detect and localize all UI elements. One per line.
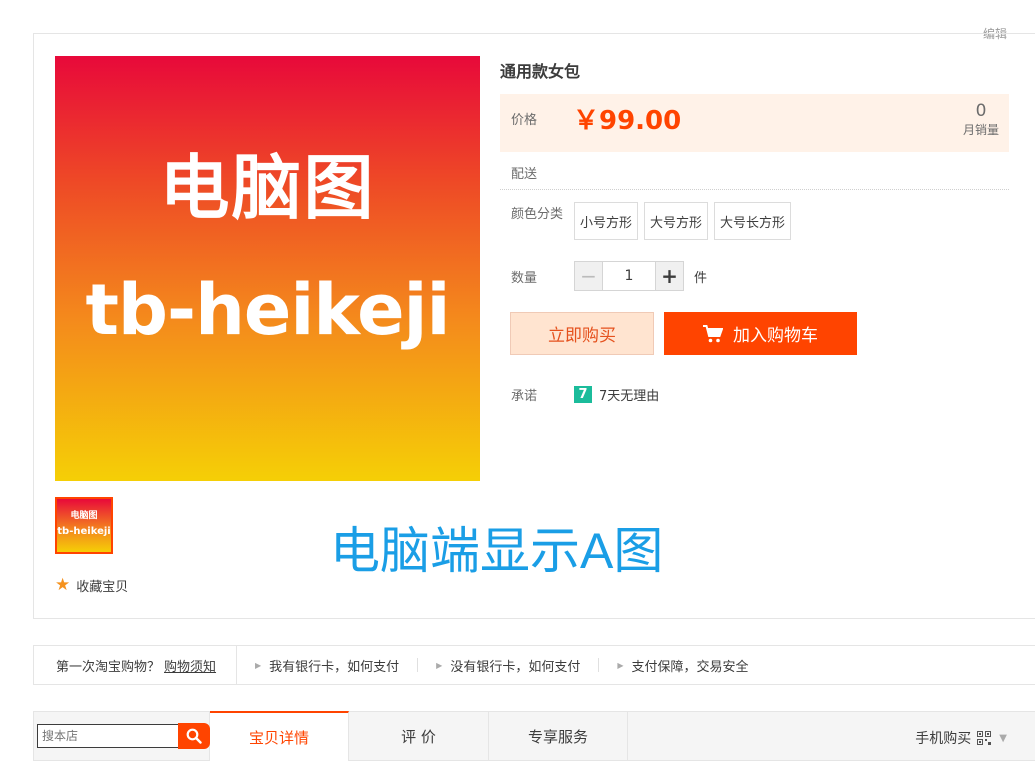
triangle-right-icon: ▶: [436, 660, 443, 670]
favorite-button[interactable]: ★ 收藏宝贝: [55, 575, 129, 596]
delivery-label: 配送: [511, 167, 538, 182]
promise-text: 7天无理由: [599, 389, 660, 404]
favorite-label: 收藏宝贝: [76, 580, 129, 595]
shopping-guide-bar: 第一次淘宝购物？ 购物须知 ▶ 我有银行卡，如何支付 ▶ 没有银行卡，如何支付 …: [33, 645, 1035, 685]
quantity-input[interactable]: [603, 262, 655, 290]
overlay-caption: 电脑端显示A图: [330, 523, 664, 579]
sku-option-small-square[interactable]: 小号方形: [574, 202, 639, 240]
price-label: 价格: [511, 113, 538, 128]
sales-count: 0: [975, 101, 987, 121]
store-search-input[interactable]: [37, 724, 180, 748]
quantity-increase-button[interactable]: +: [655, 262, 683, 290]
main-product-image[interactable]: 电脑图 tb-heikeji: [55, 56, 480, 481]
monthly-sales: 0 月销量: [963, 100, 999, 138]
buy-now-button[interactable]: 立即购买: [510, 312, 654, 355]
search-icon: [186, 728, 202, 744]
promise-label: 承诺: [511, 389, 538, 404]
seven-day-return-icon: 7: [574, 386, 592, 403]
triangle-right-icon: ▶: [617, 660, 624, 670]
sku-option-large-square[interactable]: 大号方形: [644, 202, 709, 240]
guide-item-payment-security[interactable]: ▶ 支付保障，交易安全: [599, 656, 766, 675]
main-image-text-en: tb-heikeji: [85, 269, 450, 351]
guide-first-text: 第一次淘宝购物？: [56, 659, 161, 675]
guide-first-time: 第一次淘宝购物？ 购物须知: [34, 646, 237, 684]
thumb-text-en: tb-heikeji: [57, 526, 111, 537]
add-to-cart-label: 加入购物车: [733, 326, 818, 346]
tab-reviews[interactable]: 评 价: [349, 712, 489, 761]
guide-item-has-card[interactable]: ▶ 我有银行卡，如何支付: [237, 656, 417, 675]
color-option-list: 小号方形 大号方形 大号长方形: [574, 202, 797, 240]
tab-exclusive-services[interactable]: 专享服务: [489, 712, 628, 761]
tab-item-details[interactable]: 宝贝详情: [210, 711, 349, 761]
mobile-buy-button[interactable]: 手机购买 ▼: [915, 728, 1007, 748]
star-icon: ★: [55, 575, 71, 595]
price-panel: 价格 ￥99.00 0 月销量: [500, 94, 1009, 152]
sales-label: 月销量: [962, 123, 999, 137]
detail-tab-bar: 宝贝详情 评 价 专享服务 手机购买 ▼: [210, 711, 1035, 761]
triangle-right-icon: ▶: [255, 660, 262, 670]
cart-icon: [703, 324, 723, 343]
delivery-row: 配送: [500, 162, 1009, 190]
sku-option-large-rectangle[interactable]: 大号长方形: [714, 202, 792, 240]
chevron-down-icon: ▼: [999, 732, 1007, 744]
shopping-notice-link[interactable]: 购物须知: [164, 656, 216, 675]
color-option-label: 颜色分类: [511, 207, 564, 222]
product-thumbnail[interactable]: 电脑图 tb-heikeji: [55, 497, 113, 554]
product-title: 通用款女包: [500, 62, 581, 81]
price-value: ￥99.00: [573, 106, 682, 136]
quantity-stepper: − +: [574, 261, 684, 291]
mobile-buy-label: 手机购买: [915, 731, 972, 747]
guide-item-no-card[interactable]: ▶ 没有银行卡，如何支付: [418, 656, 598, 675]
store-search: [33, 711, 210, 761]
guide-item-label: 我有银行卡，如何支付: [269, 659, 400, 675]
add-to-cart-button[interactable]: 加入购物车: [664, 312, 857, 355]
seven-day-return-promise[interactable]: 7 7天无理由: [574, 385, 659, 404]
thumb-text-cn: 电脑图: [70, 511, 98, 521]
guide-item-label: 支付保障，交易安全: [631, 659, 749, 675]
quantity-label: 数量: [511, 271, 538, 286]
quantity-unit: 件: [694, 271, 708, 286]
store-search-button[interactable]: [178, 723, 210, 749]
main-image-text-cn: 电脑图: [159, 147, 376, 229]
guide-item-label: 没有银行卡，如何支付: [450, 659, 581, 675]
qr-code-icon: [977, 731, 992, 745]
quantity-decrease-button[interactable]: −: [575, 262, 603, 290]
